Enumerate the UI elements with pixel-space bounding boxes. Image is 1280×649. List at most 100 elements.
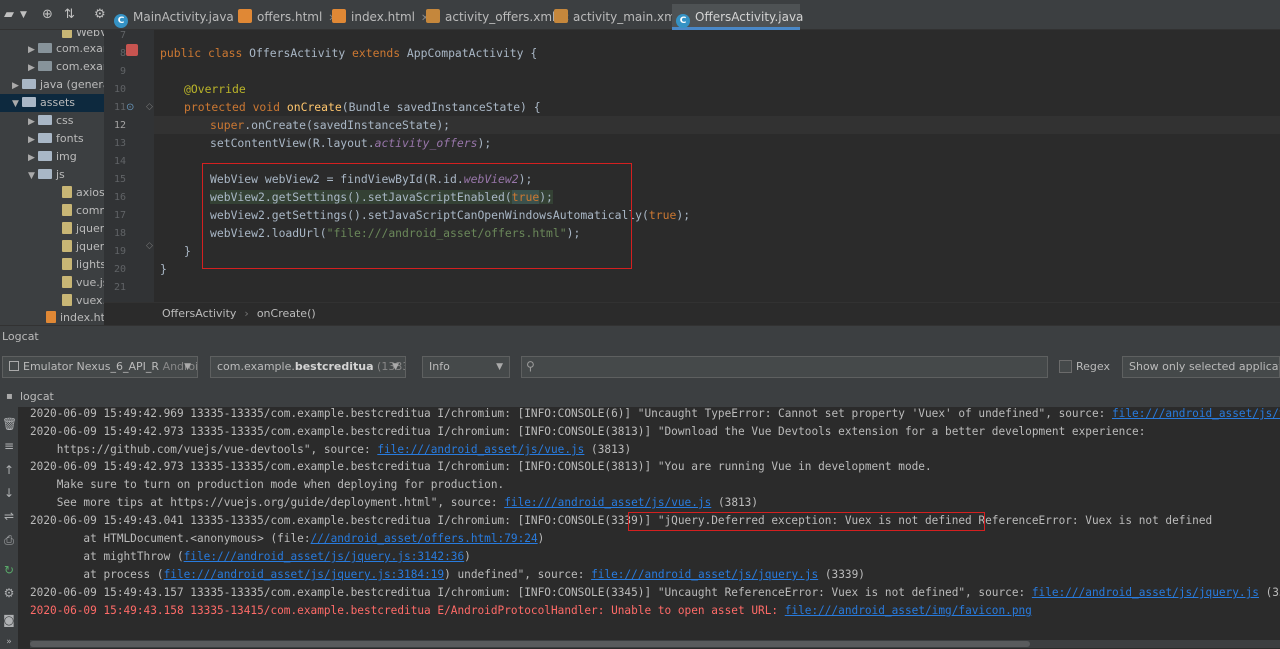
chevron-right-icon[interactable]: ▶ [28, 131, 38, 149]
log-line: 2020-06-09 15:49:42.973 13335-13335/com.… [30, 425, 1146, 438]
tree-item-label: css [56, 114, 74, 127]
chevron-down-icon[interactable]: ▼ [28, 167, 38, 185]
tab-main-activity[interactable]: CMainActivity.java✕ [110, 4, 248, 30]
log-link[interactable]: file:///android_asset/js/jquery.js [591, 568, 818, 581]
chevron-right-icon[interactable]: ▶ [12, 77, 22, 95]
class-gutter-icon[interactable] [126, 44, 138, 56]
tree-item[interactable]: vue.js [62, 274, 104, 292]
tab-offers-activity[interactable]: C OffersActivity.java [672, 4, 803, 30]
log-line: 2020-06-09 15:49:43.157 13335-13335/com.… [30, 584, 1280, 602]
tree-item[interactable]: ▶ fonts [28, 130, 84, 148]
regex-label: Regex [1076, 360, 1110, 373]
restart-icon[interactable]: ↻ [2, 563, 16, 577]
js-file-icon [62, 186, 72, 198]
code-line-8: public class OffersActivity extends AppC… [160, 44, 537, 62]
filter-select[interactable]: Show only selected application [1122, 356, 1280, 378]
field: activity_offers [374, 136, 478, 150]
device-suffix: Android [162, 360, 198, 373]
device-select[interactable]: Emulator Nexus_6_API_R Android ▼ [2, 356, 198, 378]
tab-label: index.html [351, 10, 415, 24]
collapse-icon[interactable]: ⇅ [64, 6, 75, 24]
log-link[interactable]: ///android_asset/offers.html:79:24 [311, 532, 538, 545]
js-file-icon [62, 294, 72, 306]
tree-item[interactable]: index.htm [46, 309, 104, 325]
chevron-down-icon[interactable]: ▼ [20, 6, 27, 24]
more-icon[interactable]: » [2, 635, 16, 649]
override-gutter-icon[interactable]: ⊙ [126, 102, 138, 114]
log-text: at process ( [30, 568, 164, 581]
js-file-icon [62, 240, 72, 252]
tree-item[interactable]: jquery [62, 220, 104, 238]
arrow-down-icon[interactable]: ↓ [2, 486, 16, 500]
fold-icon[interactable]: ◇ [146, 102, 153, 112]
gear-icon[interactable]: ⚙ [2, 586, 16, 600]
log-link[interactable]: file:///android_asset/js/vue.js [377, 443, 584, 456]
tree-item-label: vuex.j [76, 294, 104, 307]
soft-wrap-icon[interactable]: ≡ [2, 439, 16, 453]
tree-item-assets[interactable]: ▼ assets [0, 94, 104, 112]
chevron-down-icon: ▼ [392, 362, 399, 372]
breadcrumb-class[interactable]: OffersActivity [162, 307, 236, 320]
tab-index-html[interactable]: index.html✕ [328, 4, 429, 30]
tree-item[interactable]: ▶ img [28, 148, 77, 166]
highlight-box-code [202, 163, 632, 269]
highlight-box-log [628, 512, 985, 531]
log-link[interactable]: file:///android_asset/js/jquery.js:3142:… [184, 550, 465, 563]
breadcrumb-method[interactable]: onCreate() [257, 307, 316, 320]
line-number: 17 [113, 210, 126, 221]
wrap-icon[interactable]: ⇌ [2, 509, 16, 523]
trash-icon[interactable]: 🗑 [2, 417, 17, 431]
tab-offers-html[interactable]: offers.html✕ [234, 4, 337, 30]
log-link[interactable]: file:///android_asset/js/vue.js [504, 496, 711, 509]
tree-item-label: axios. [76, 186, 104, 199]
tree-item[interactable]: lights [62, 256, 104, 274]
line-number: 18 [113, 228, 126, 239]
logcat-search-input[interactable]: ⚲ [521, 356, 1048, 378]
chevron-right-icon[interactable]: ▶ [28, 149, 38, 167]
chevron-down-icon[interactable]: ▼ [12, 95, 22, 113]
log-link[interactable]: file:///android_asset/js/vuex.js [1112, 407, 1280, 420]
log-text: ) [464, 550, 471, 563]
log-link[interactable]: file:///android_asset/js/jquery.js [1032, 586, 1259, 599]
tab-activity-offers-xml[interactable]: activity_offers.xml✕ [422, 4, 570, 30]
log-line: See more tips at https://vuejs.org/guide… [30, 494, 758, 512]
android-icon[interactable]: ▰ [4, 6, 14, 24]
tree-item[interactable]: ▶ css [28, 112, 74, 130]
tree-item[interactable]: ▶ com.exan [28, 40, 104, 58]
logcat-subtab[interactable]: logcat [0, 387, 1280, 407]
tree-item[interactable]: vuex.j [62, 292, 104, 310]
keyword: extends [352, 46, 407, 60]
keyword: true [648, 208, 677, 222]
tree-item[interactable]: comn [62, 202, 104, 220]
log-link[interactable]: file:///android_asset/img/favicon.png [785, 604, 1032, 617]
log-text: ) undefined", source: [444, 568, 592, 581]
log-text: See more tips at https://vuejs.org/guide… [30, 496, 505, 509]
arrow-up-icon[interactable]: ↑ [2, 463, 16, 477]
editor-tab-bar: ▰ ▼ ⊕ ⇅ ⚙ CMainActivity.java✕ offers.htm… [0, 0, 1280, 30]
line-number: 14 [113, 156, 126, 167]
java-class-icon: C [114, 14, 128, 28]
chevron-right-icon[interactable]: ▶ [28, 41, 38, 59]
tree-item[interactable]: ▶ java (genera [12, 76, 104, 94]
tree-item[interactable]: jquery [62, 238, 104, 256]
package-icon [38, 61, 52, 71]
tree-item[interactable]: ▶ com.exan [28, 58, 104, 76]
tree-item-label: index.htm [60, 311, 104, 324]
chevron-right-icon[interactable]: ▶ [28, 113, 38, 131]
tree-item[interactable]: ▼ js [28, 166, 65, 184]
line-number: 9 [119, 66, 126, 77]
scrollbar-thumb[interactable] [30, 641, 1030, 647]
fold-icon[interactable]: ◇ [146, 241, 153, 251]
chevron-right-icon[interactable]: ▶ [28, 59, 38, 77]
process-select[interactable]: com.example.bestcreditua (13335) ▼ [210, 356, 406, 378]
tab-icon: ▪ [6, 391, 13, 402]
print-icon[interactable]: ⎙ [2, 533, 16, 547]
regex-checkbox[interactable] [1059, 360, 1072, 373]
folder-icon [22, 97, 36, 107]
log-level-select[interactable]: Info ▼ [422, 356, 510, 378]
tree-item[interactable]: axios. [62, 184, 104, 202]
target-icon[interactable]: ⊕ [42, 6, 53, 24]
log-link[interactable]: file:///android_asset/js/jquery.js:3184:… [164, 568, 445, 581]
gear-icon[interactable]: ⚙ [94, 6, 106, 24]
camera-icon[interactable]: ◙ [2, 613, 16, 627]
